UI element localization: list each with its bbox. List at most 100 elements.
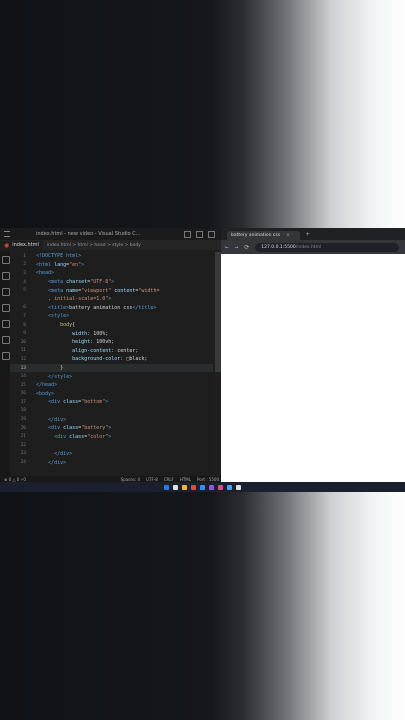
code-line[interactable]: 1 <!DOCTYPE html> bbox=[10, 252, 213, 261]
taskbar-app-icon[interactable] bbox=[191, 484, 196, 490]
line-number: 12 bbox=[20, 356, 26, 362]
settings-gear-icon[interactable] bbox=[2, 352, 10, 360]
tab-close-icon[interactable]: × bbox=[286, 233, 290, 238]
code-token: </head> bbox=[36, 382, 58, 389]
code-text: </style> bbox=[36, 374, 72, 380]
code-token: name bbox=[66, 287, 79, 294]
minimize-icon[interactable] bbox=[184, 230, 191, 238]
code-line[interactable]: 8 body{ bbox=[10, 321, 213, 330]
taskbar-app-icon[interactable] bbox=[173, 484, 178, 490]
code-editor[interactable]: 1 <!DOCTYPE html> 2 <html lang="en"> 3 <head>… bbox=[10, 252, 213, 476]
code-token: content bbox=[114, 287, 136, 294]
close-icon[interactable] bbox=[208, 230, 215, 238]
code-line[interactable]: 2 <html lang="en"> bbox=[10, 261, 213, 270]
taskbar-app-icon[interactable] bbox=[227, 484, 232, 490]
taskbar-app-icon[interactable] bbox=[200, 484, 205, 490]
code-token: <style> bbox=[48, 313, 70, 320]
browser-tab[interactable]: battery animation css × bbox=[227, 231, 300, 240]
code-line[interactable]: 21 <div class="color"> bbox=[10, 432, 213, 441]
code-line[interactable]: 20 <div class="battery"> bbox=[10, 424, 213, 433]
code-token: <div bbox=[54, 433, 70, 440]
code-line[interactable]: 13 } bbox=[10, 363, 213, 373]
forward-icon[interactable]: → bbox=[235, 244, 239, 251]
code-line[interactable]: 19 </div> bbox=[10, 415, 213, 424]
code-line[interactable]: 14 </style> bbox=[10, 372, 213, 381]
status-live-server-port[interactable]: Port : 5500 bbox=[197, 477, 219, 482]
code-text: <div class="color"> bbox=[36, 434, 111, 440]
code-line[interactable]: 17 <div class="bottom"> bbox=[10, 398, 213, 407]
line-number: 21 bbox=[20, 434, 26, 440]
line-number: 10 bbox=[20, 339, 26, 345]
line-number: 13 bbox=[20, 365, 26, 371]
taskbar-app-icon[interactable] bbox=[218, 484, 223, 490]
code-line[interactable]: 3 <head> bbox=[10, 269, 213, 278]
code-text: <meta name="viewport" content="width= bbox=[36, 288, 159, 294]
reload-icon[interactable]: ⟳ bbox=[244, 244, 249, 251]
browser-tab-strip: battery animation css × + bbox=[221, 228, 405, 240]
status-eol[interactable]: CRLF bbox=[164, 477, 174, 482]
code-token: class bbox=[63, 399, 79, 406]
window-title: index.html - new video - Visual Studio C… bbox=[36, 231, 141, 237]
tab-index-html[interactable]: ◉ index.html bbox=[0, 240, 43, 250]
taskbar-app-icon[interactable] bbox=[182, 484, 187, 490]
code-line[interactable]: , initial-scale=1.0"> bbox=[10, 295, 213, 304]
maximize-icon[interactable] bbox=[196, 230, 203, 238]
code-line[interactable]: 6 <title>battery animation css</title> bbox=[10, 304, 213, 313]
source-control-icon[interactable] bbox=[2, 288, 10, 296]
code-line[interactable]: 23 </div> bbox=[10, 450, 213, 459]
account-icon[interactable] bbox=[2, 336, 10, 344]
page-viewport[interactable] bbox=[221, 254, 405, 482]
status-spaces[interactable]: Spaces: 4 bbox=[121, 477, 140, 482]
code-line[interactable]: 4 <meta charset="UTF-8"> bbox=[10, 278, 213, 287]
code-line[interactable]: 15 </head> bbox=[10, 381, 213, 390]
taskbar-app-icon[interactable] bbox=[236, 484, 241, 490]
code-line[interactable]: 12 background-color: □black; bbox=[10, 355, 213, 364]
code-token: background-color bbox=[72, 356, 121, 363]
status-encoding[interactable]: UTF-8 bbox=[146, 477, 158, 482]
line-number: 3 bbox=[23, 270, 26, 276]
code-token: </div> bbox=[48, 416, 67, 423]
code-line[interactable]: 10 height: 100vh; bbox=[10, 338, 213, 347]
new-tab-icon[interactable]: + bbox=[306, 231, 310, 240]
run-debug-icon[interactable] bbox=[2, 304, 10, 312]
code-text: <div class="bottom"> bbox=[36, 399, 108, 405]
code-line[interactable]: 18 bbox=[10, 407, 213, 416]
taskbar-app-icon[interactable] bbox=[164, 484, 169, 490]
breadcrumb[interactable]: index.html > html > head > style > body bbox=[43, 243, 141, 248]
code-token: "width= bbox=[138, 287, 160, 294]
code-token: height bbox=[72, 339, 91, 346]
code-token: , initial-scale=1.0" bbox=[48, 296, 109, 303]
back-icon[interactable]: ← bbox=[225, 244, 229, 251]
code-token: body bbox=[60, 322, 73, 329]
activity-bar bbox=[0, 250, 10, 476]
menu-icon[interactable] bbox=[4, 231, 10, 237]
problems-status[interactable]: ⊗ 0 △ 0 ⚡0 bbox=[4, 477, 26, 482]
address-bar[interactable]: 127.0.0.1:5500/index.html bbox=[255, 242, 399, 252]
line-number: 4 bbox=[23, 279, 26, 285]
window-controls bbox=[184, 230, 221, 238]
explorer-icon[interactable] bbox=[2, 256, 10, 264]
code-line[interactable]: 11 align-content: center; bbox=[10, 347, 213, 356]
search-icon[interactable] bbox=[2, 272, 10, 280]
line-number: 16 bbox=[20, 391, 26, 397]
code-line[interactable]: 22 bbox=[10, 441, 213, 450]
code-token: charset bbox=[66, 279, 88, 286]
code-token: "en" bbox=[69, 261, 82, 268]
code-text: height: 100vh; bbox=[36, 339, 114, 345]
code-line[interactable]: 9 width: 100%; bbox=[10, 329, 213, 338]
extensions-icon[interactable] bbox=[2, 320, 10, 328]
code-line[interactable]: 24 </div> bbox=[10, 458, 213, 467]
status-language[interactable]: HTML bbox=[180, 477, 191, 482]
browser-toolbar: ← → ⟳ 127.0.0.1:5500/index.html bbox=[221, 240, 405, 254]
line-number: 15 bbox=[20, 382, 26, 388]
taskbar-app-icon[interactable] bbox=[209, 484, 214, 490]
line-number: 14 bbox=[20, 374, 26, 380]
code-line[interactable]: 7 <style> bbox=[10, 312, 213, 321]
code-line[interactable]: 5 <meta name="viewport" content="width= bbox=[10, 286, 213, 295]
code-line[interactable]: 16 <body> bbox=[10, 390, 213, 399]
